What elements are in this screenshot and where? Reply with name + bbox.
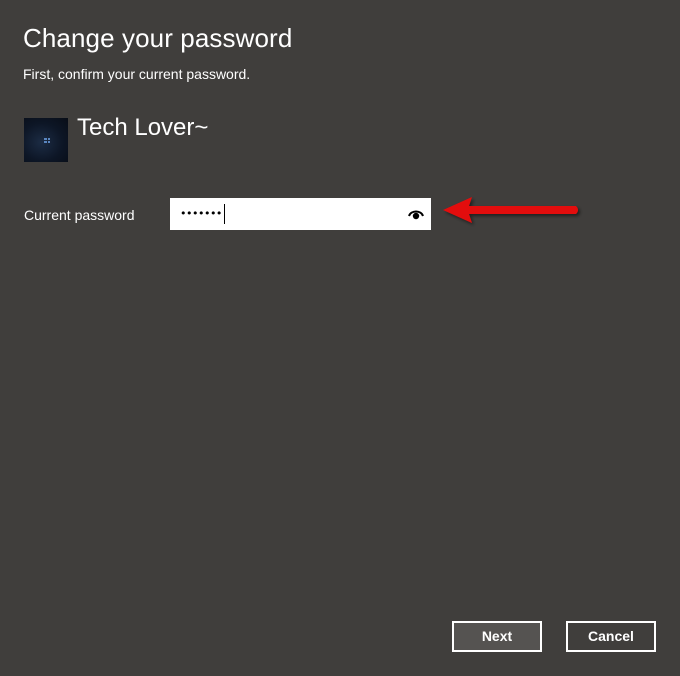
avatar <box>24 118 68 162</box>
next-button[interactable]: Next <box>452 621 542 652</box>
page-subtitle: First, confirm your current password. <box>23 66 251 82</box>
current-password-field[interactable]: ••••••• <box>170 198 431 230</box>
user-name: Tech Lover~ <box>77 114 209 141</box>
password-masked-value: ••••••• <box>180 207 222 220</box>
windows-logo-icon <box>44 138 50 143</box>
page-title: Change your password <box>23 23 293 53</box>
red-arrow-icon <box>443 197 578 223</box>
reveal-password-button[interactable] <box>407 205 425 223</box>
cancel-button[interactable]: Cancel <box>566 621 656 652</box>
text-cursor <box>223 204 225 224</box>
eye-icon <box>408 210 424 220</box>
password-input[interactable]: ••••••• <box>180 198 225 230</box>
current-password-label: Current password <box>24 207 135 223</box>
